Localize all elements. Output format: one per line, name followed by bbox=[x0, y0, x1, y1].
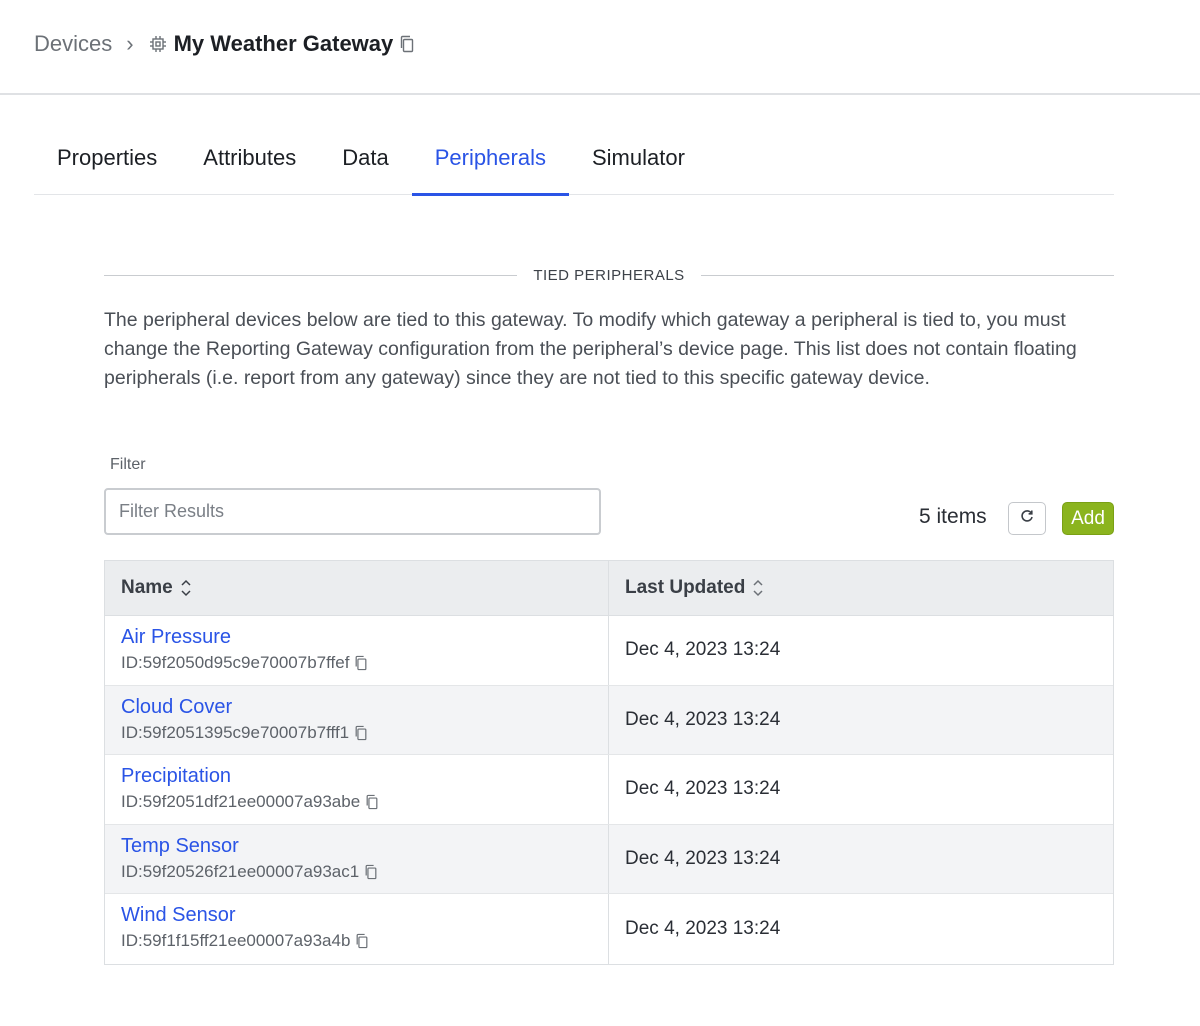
section-description: The peripheral devices below are tied to… bbox=[104, 309, 1077, 389]
tab-properties[interactable]: Properties bbox=[34, 128, 180, 195]
section-divider: TIED PERIPHERALS bbox=[104, 264, 1114, 286]
divider-line-right bbox=[700, 274, 1114, 276]
chip-icon bbox=[148, 34, 168, 54]
table-row: Wind Sensor ID:59f1f15ff21ee00007a93a4b … bbox=[105, 894, 1113, 964]
breadcrumb-devices-link[interactable]: Devices bbox=[34, 31, 112, 57]
last-updated-cell: Dec 4, 2023 13:24 bbox=[625, 848, 781, 870]
column-header-label: Last Updated bbox=[625, 577, 746, 598]
add-button[interactable]: Add bbox=[1062, 502, 1114, 535]
refresh-button[interactable] bbox=[1008, 502, 1046, 535]
sort-icon bbox=[179, 577, 193, 599]
filter-label: Filter bbox=[110, 456, 146, 473]
items-count: 5 items bbox=[919, 505, 987, 528]
peripheral-name-link[interactable]: Cloud Cover bbox=[121, 695, 608, 719]
copy-icon[interactable] bbox=[354, 655, 368, 671]
peripheral-name-link[interactable]: Precipitation bbox=[121, 764, 608, 788]
peripheral-id-text: ID:59f20526f21ee00007a93ac1 bbox=[121, 861, 360, 881]
last-updated-cell: Dec 4, 2023 13:24 bbox=[625, 639, 781, 661]
table-row: Cloud Cover ID:59f2051395c9e70007b7fff1 … bbox=[105, 685, 1113, 756]
copy-icon[interactable] bbox=[364, 864, 378, 880]
copy-icon[interactable] bbox=[365, 794, 379, 810]
table-header: Name Last Updated bbox=[105, 561, 1113, 616]
name-cell: Cloud Cover ID:59f2051395c9e70007b7fff1 bbox=[105, 685, 609, 755]
table-row: Temp Sensor ID:59f20526f21ee00007a93ac1 … bbox=[105, 824, 1113, 895]
table-row: Precipitation ID:59f2051df21ee00007a93ab… bbox=[105, 755, 1113, 825]
section-title: TIED PERIPHERALS bbox=[533, 266, 685, 284]
peripheral-name-link[interactable]: Temp Sensor bbox=[121, 834, 608, 858]
name-cell: Precipitation ID:59f2051df21ee00007a93ab… bbox=[105, 755, 609, 824]
peripheral-id-text: ID:59f2050d95c9e70007b7ffef bbox=[121, 653, 350, 672]
name-cell: Wind Sensor ID:59f1f15ff21ee00007a93a4b bbox=[105, 894, 609, 964]
page-header: Devices › My Weather Gateway bbox=[0, 0, 1200, 95]
page-title: My Weather Gateway bbox=[173, 31, 394, 56]
peripheral-id: ID:59f1f15ff21ee00007a93a4b bbox=[121, 931, 608, 951]
peripheral-id: ID:59f2051395c9e70007b7fff1 bbox=[121, 723, 608, 743]
tab-attributes[interactable]: Attributes bbox=[180, 128, 319, 195]
breadcrumb-separator: › bbox=[126, 31, 134, 56]
peripheral-id: ID:59f2050d95c9e70007b7ffef bbox=[121, 653, 608, 673]
tab-bar: Properties Attributes Data Peripherals S… bbox=[34, 128, 1114, 196]
last-updated-cell: Dec 4, 2023 13:24 bbox=[625, 778, 781, 800]
copy-icon[interactable] bbox=[354, 725, 368, 741]
peripheral-id-text: ID:59f2051df21ee00007a93abe bbox=[121, 792, 361, 812]
copy-icon[interactable] bbox=[399, 35, 415, 53]
peripheral-id: ID:59f20526f21ee00007a93ac1 bbox=[121, 862, 608, 882]
copy-icon[interactable] bbox=[355, 933, 369, 949]
tab-peripherals[interactable]: Peripherals bbox=[411, 128, 570, 196]
breadcrumb: Devices › My Weather Gateway bbox=[34, 30, 415, 58]
tab-simulator[interactable]: Simulator bbox=[569, 128, 708, 195]
column-header-label: Name bbox=[121, 577, 173, 598]
peripheral-name-link[interactable]: Wind Sensor bbox=[121, 903, 608, 927]
peripherals-table: Name Last Updated Air Pressure ID:59f205… bbox=[104, 560, 1114, 965]
sort-icon bbox=[751, 577, 765, 599]
column-header-last-updated[interactable]: Last Updated bbox=[609, 561, 1113, 615]
peripheral-id-text: ID:59f2051395c9e70007b7fff1 bbox=[121, 722, 350, 742]
name-cell: Air Pressure ID:59f2050d95c9e70007b7ffef bbox=[105, 616, 609, 685]
tab-data[interactable]: Data bbox=[319, 128, 411, 195]
peripheral-name-link[interactable]: Air Pressure bbox=[121, 625, 608, 649]
last-updated-cell: Dec 4, 2023 13:24 bbox=[625, 918, 781, 940]
last-updated-cell: Dec 4, 2023 13:24 bbox=[625, 708, 781, 730]
peripheral-id: ID:59f2051df21ee00007a93abe bbox=[121, 792, 608, 812]
refresh-icon bbox=[1019, 508, 1035, 529]
filter-input[interactable] bbox=[104, 488, 601, 535]
peripheral-id-text: ID:59f1f15ff21ee00007a93a4b bbox=[121, 931, 351, 951]
name-cell: Temp Sensor ID:59f20526f21ee00007a93ac1 bbox=[105, 824, 609, 894]
divider-line-left bbox=[104, 274, 518, 276]
column-header-name[interactable]: Name bbox=[105, 561, 609, 615]
table-row: Air Pressure ID:59f2050d95c9e70007b7ffef… bbox=[105, 616, 1113, 686]
